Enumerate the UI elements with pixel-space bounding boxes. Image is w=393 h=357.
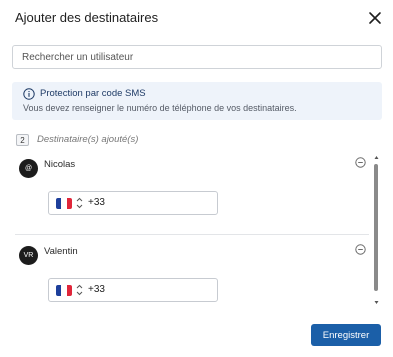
dial-code: +33 — [88, 197, 105, 208]
sms-protection-notice: Protection par code SMS Vous devez rense… — [12, 82, 382, 120]
scroll-down-arrow-icon[interactable] — [374, 300, 379, 305]
notice-title: Protection par code SMS — [40, 88, 146, 99]
close-icon[interactable] — [367, 10, 383, 26]
dialog-title: Ajouter des destinataires — [15, 10, 159, 25]
notice-text: Vous devez renseigner le numéro de télép… — [23, 103, 297, 113]
remove-circle-icon[interactable] — [355, 244, 366, 255]
remove-circle-icon[interactable] — [355, 157, 366, 168]
scrollbar-thumb[interactable] — [374, 164, 378, 291]
dial-code: +33 — [88, 284, 105, 295]
recipients-count-badge: 2 — [16, 134, 29, 146]
recipient-name: Valentin — [44, 246, 78, 257]
scroll-up-arrow-icon[interactable] — [374, 155, 379, 160]
avatar: VR — [19, 246, 38, 265]
save-button[interactable]: Enregistrer — [311, 324, 381, 346]
flag-fr-icon[interactable] — [56, 285, 72, 296]
search-user-input[interactable] — [12, 45, 382, 69]
recipients-list[interactable]: @ Nicolas +33 VR Valentin +33 — [0, 150, 393, 310]
chevron-up-down-icon[interactable] — [76, 283, 83, 297]
add-recipients-dialog: Ajouter des destinataires Protection par… — [0, 0, 393, 357]
chevron-up-down-icon[interactable] — [76, 196, 83, 210]
divider — [15, 234, 369, 235]
phone-input[interactable]: +33 — [48, 278, 218, 302]
recipient-name: Nicolas — [44, 159, 76, 170]
recipients-count-label: Destinataire(s) ajouté(s) — [37, 134, 139, 145]
flag-fr-icon[interactable] — [56, 198, 72, 209]
avatar: @ — [19, 159, 38, 178]
info-icon — [23, 88, 35, 100]
phone-input[interactable]: +33 — [48, 191, 218, 215]
